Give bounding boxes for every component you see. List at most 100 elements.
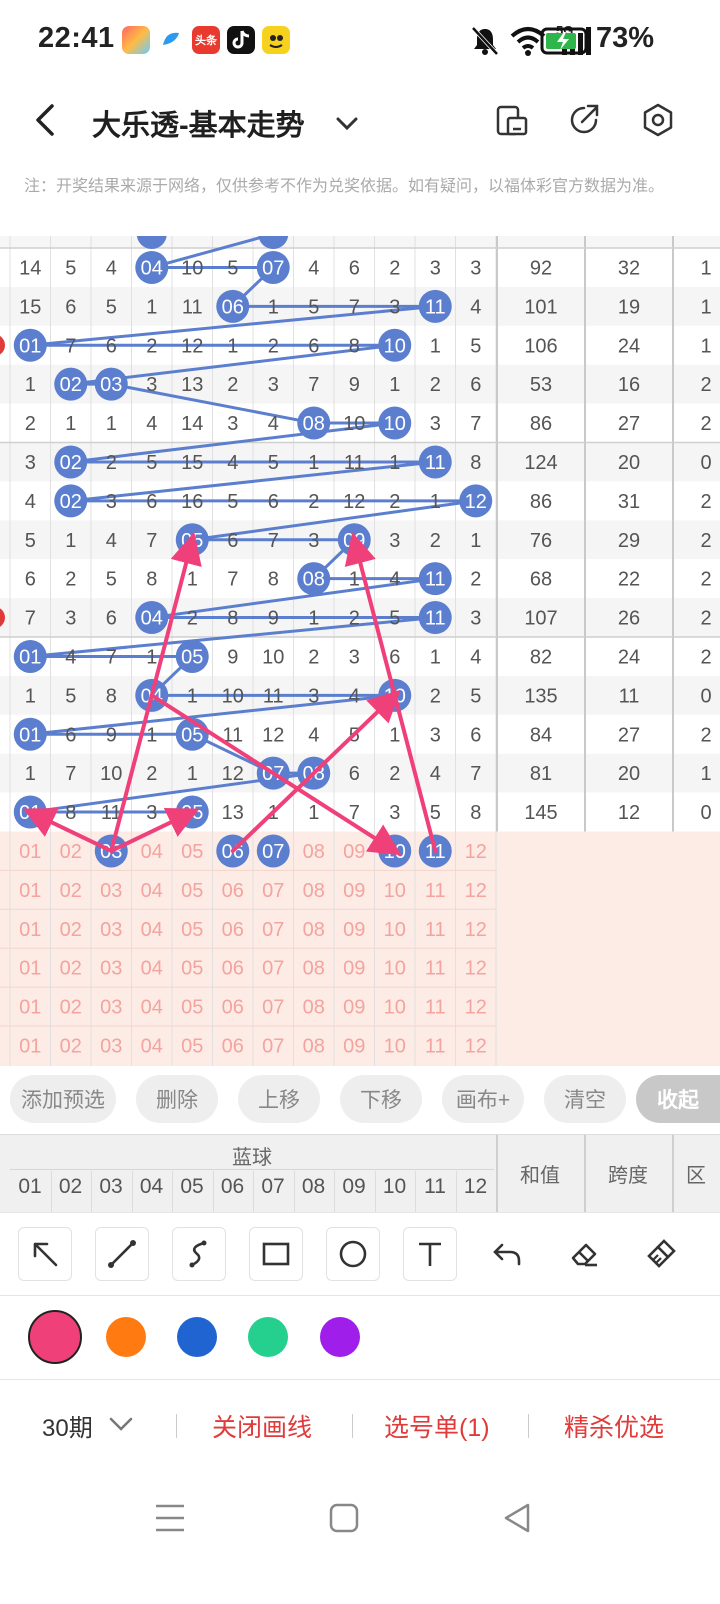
omission-count: 6 <box>106 335 117 357</box>
rectangle-tool-icon[interactable] <box>249 1227 303 1281</box>
column-divider <box>50 1171 52 1212</box>
omission-count: 8 <box>349 335 360 357</box>
disclaimer-notice: 注：开奖结果来源于网络，仅供参考不作为兑奖依据。如有疑问，以福体彩官方数据为准。 <box>24 178 665 195</box>
chevron-down-icon[interactable] <box>108 1412 134 1436</box>
pick-number: 01 <box>19 1035 41 1057</box>
omission-count: 1 <box>146 646 157 668</box>
number-ball-label: 01 <box>19 646 41 668</box>
omission-count: 4 <box>25 491 36 513</box>
number-ball-label: 01 <box>19 335 41 357</box>
pick-number: 09 <box>343 841 365 863</box>
omission-count: 9 <box>268 608 279 630</box>
omission-count: 12 <box>262 724 284 746</box>
column-divider <box>455 1171 457 1212</box>
omission-count: 6 <box>65 724 76 746</box>
trend-chart[interactable]: 14 5 4 10 5 4 6 2 3 3 04 07 92 32 1 15 6 5 1 11 1 5 7 3 4 06 11 101… <box>0 236 720 1066</box>
text-tool-icon[interactable] <box>403 1227 457 1281</box>
omission-count: 5 <box>106 569 117 591</box>
pick-number: 04 <box>141 841 163 863</box>
trend-chart-canvas[interactable]: 14 5 4 10 5 4 6 2 3 304 07 92 32 115 6 5 1 11 1 5 7 3 406 11 101… <box>0 236 720 1066</box>
color-swatch-pink[interactable] <box>28 1310 82 1364</box>
mute-icon <box>471 26 499 56</box>
add-preselect-button[interactable]: 添加预选 <box>10 1075 116 1123</box>
delete-button[interactable]: 删除 <box>136 1075 218 1123</box>
arrow-tool-icon[interactable] <box>18 1227 72 1281</box>
system-nav-bar <box>0 1470 720 1604</box>
toutiao-app-icon: 头条 <box>192 26 220 54</box>
pick-number: 12 <box>465 880 487 902</box>
number-ball-label: 11 <box>425 296 446 318</box>
menu-nav-icon[interactable] <box>152 1500 188 1536</box>
settings-icon[interactable] <box>640 102 676 138</box>
back-icon[interactable] <box>24 98 68 142</box>
period-selector[interactable]: 30期 <box>42 1408 93 1443</box>
omission-count: 2 <box>389 257 400 279</box>
clear-button[interactable]: 清空 <box>544 1075 626 1123</box>
omission-count: 6 <box>25 569 36 591</box>
undo-icon[interactable] <box>480 1227 534 1281</box>
line-tool-icon[interactable] <box>95 1227 149 1281</box>
zone-value: 1 <box>700 296 711 318</box>
premium-pick-button[interactable]: 精杀优选 <box>564 1408 664 1444</box>
omission-count: 6 <box>349 763 360 785</box>
sum-value: 145 <box>524 802 557 824</box>
pick-number: 09 <box>343 880 365 902</box>
span-value: 27 <box>618 724 640 746</box>
color-swatch-green[interactable] <box>248 1317 288 1357</box>
pick-number: 03 <box>100 919 122 941</box>
chevron-down-icon[interactable] <box>334 110 360 136</box>
pick-number: 03 <box>100 997 122 1019</box>
pick-number: 01 <box>19 841 41 863</box>
omission-count: 2 <box>430 374 441 396</box>
pick-number: 11 <box>425 919 446 941</box>
home-nav-icon[interactable] <box>326 1500 362 1536</box>
omission-count: 5 <box>227 491 238 513</box>
color-swatch-blue[interactable] <box>177 1317 217 1357</box>
omission-count: 4 <box>227 452 238 474</box>
pick-number: 01 <box>19 919 41 941</box>
device-icon[interactable] <box>494 102 530 138</box>
omission-count: 5 <box>389 608 400 630</box>
omission-count: 4 <box>106 257 117 279</box>
omission-count: 5 <box>227 257 238 279</box>
share-icon[interactable] <box>566 102 602 138</box>
curve-tool-icon[interactable] <box>172 1227 226 1281</box>
back-nav-icon[interactable] <box>500 1500 536 1536</box>
span-value: 12 <box>618 802 640 824</box>
eraser-icon[interactable] <box>557 1227 611 1281</box>
omission-count: 6 <box>146 491 157 513</box>
page-title[interactable]: 大乐透-基本走势 <box>92 102 305 144</box>
number-ball-label: 06 <box>222 296 244 318</box>
color-swatch-purple[interactable] <box>320 1317 360 1357</box>
span-value: 29 <box>618 530 640 552</box>
circle-tool-icon[interactable] <box>326 1227 380 1281</box>
pick-number: 05 <box>181 958 203 980</box>
omission-count: 8 <box>227 608 238 630</box>
omission-count: 8 <box>146 569 157 591</box>
pick-number: 10 <box>384 997 406 1019</box>
omission-count: 8 <box>470 802 481 824</box>
number-ball-label: 11 <box>425 608 446 630</box>
pick-list-button[interactable]: 选号单(1) <box>384 1408 490 1444</box>
pick-number: 04 <box>141 880 163 902</box>
zone-value: 0 <box>700 452 711 474</box>
omission-count: 2 <box>308 646 319 668</box>
header-divider <box>10 1169 494 1170</box>
omission-count: 1 <box>25 374 36 396</box>
color-swatch-orange[interactable] <box>106 1317 146 1357</box>
clear-brush-icon[interactable] <box>634 1227 688 1281</box>
color-palette <box>0 1296 720 1380</box>
omission-count: 3 <box>308 685 319 707</box>
omission-count: 5 <box>106 296 117 318</box>
column-label-11: 11 <box>424 1175 446 1198</box>
canvas-add-button[interactable]: 画布+ <box>442 1075 524 1123</box>
omission-count: 1 <box>349 569 360 591</box>
zone-value: 2 <box>700 530 711 552</box>
omission-count: 5 <box>308 296 319 318</box>
move-up-button[interactable]: 上移 <box>238 1075 320 1123</box>
omission-count: 13 <box>181 374 203 396</box>
close-lines-button[interactable]: 关闭画线 <box>212 1408 312 1444</box>
move-down-button[interactable]: 下移 <box>340 1075 422 1123</box>
omission-count: 1 <box>430 335 441 357</box>
collapse-button[interactable]: 收起 <box>636 1075 720 1123</box>
